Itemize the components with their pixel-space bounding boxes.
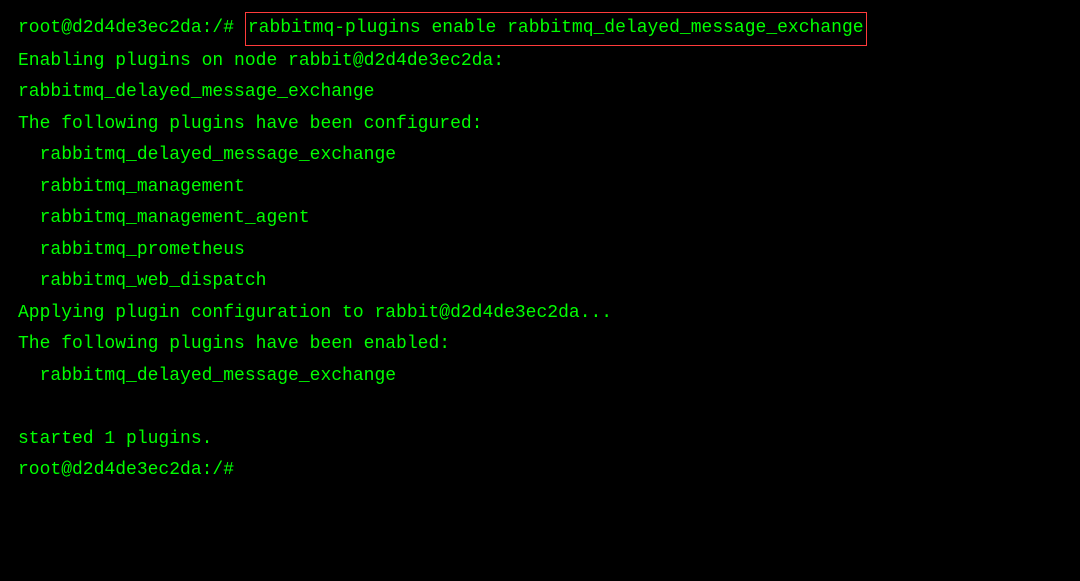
terminal-line-command: root@d2d4de3ec2da:/# rabbitmq-plugins en… [18,12,1062,46]
shell-prompt: root@d2d4de3ec2da:/# [18,18,245,38]
highlighted-command: rabbitmq-plugins enable rabbitmq_delayed… [245,12,867,46]
terminal-output-line: rabbitmq_management [18,172,1062,204]
terminal-output-blank [18,392,1062,424]
terminal-output-line: rabbitmq_delayed_message_exchange [18,140,1062,172]
terminal-output-line: The following plugins have been configur… [18,109,1062,141]
terminal-output-line: rabbitmq_delayed_message_exchange [18,77,1062,109]
terminal-output-line: Applying plugin configuration to rabbit@… [18,298,1062,330]
terminal-output-line: The following plugins have been enabled: [18,329,1062,361]
terminal-line-prompt[interactable]: root@d2d4de3ec2da:/# [18,455,1062,487]
shell-prompt: root@d2d4de3ec2da:/# [18,460,245,480]
terminal-output-line: rabbitmq_delayed_message_exchange [18,361,1062,393]
terminal-output-line: rabbitmq_web_dispatch [18,266,1062,298]
terminal-output-line: rabbitmq_management_agent [18,203,1062,235]
terminal-output-line: rabbitmq_prometheus [18,235,1062,267]
terminal-output-line: Enabling plugins on node rabbit@d2d4de3e… [18,46,1062,78]
terminal-output-line: started 1 plugins. [18,424,1062,456]
